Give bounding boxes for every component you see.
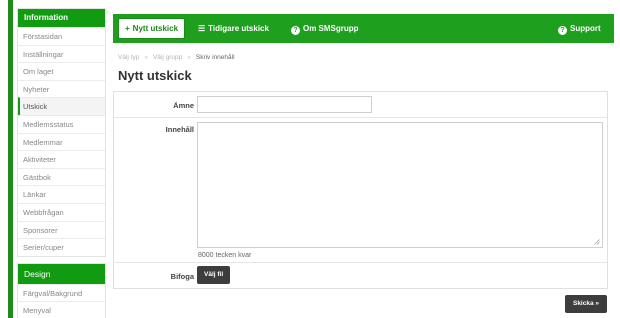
sidebar-item-fargval[interactable]: Färgval/Bakgrund xyxy=(18,283,105,302)
sidebar-item-sponsorer[interactable]: Sponsorer xyxy=(18,220,105,239)
form-divider xyxy=(114,262,607,263)
sidebar-item-aktiviteter[interactable]: Aktiviteter xyxy=(18,150,105,168)
sidebar-item-forstasidan[interactable]: Förstasidan xyxy=(18,27,105,45)
send-button[interactable]: Skicka » xyxy=(565,295,607,313)
previous-messages-label: Tidigare utskick xyxy=(208,24,269,33)
support-label: Support xyxy=(570,24,601,33)
sidebar-info-header: Information xyxy=(18,9,105,27)
previous-messages-link[interactable]: ☰ Tidigare utskick xyxy=(198,14,269,43)
about-label: Om SMSgrupp xyxy=(303,24,359,33)
about-link[interactable]: ? Om SMSgrupp xyxy=(291,14,359,43)
message-form: Ämne Innehåll 8000 tecken kvar Bifoga Vä… xyxy=(113,91,608,289)
content-textarea[interactable] xyxy=(197,122,603,248)
subject-label: Ämne xyxy=(173,101,194,110)
sidebar-item-serier-cuper[interactable]: Serier/cuper xyxy=(18,238,105,256)
sidebar-item-om-laget[interactable]: Om laget xyxy=(18,62,105,80)
sidebar-info-panel: Information Förstasidan Inställningar Om… xyxy=(17,8,106,257)
character-counter: 8000 tecken kvar xyxy=(198,252,252,259)
list-icon: ☰ xyxy=(198,24,206,33)
subject-input[interactable] xyxy=(197,96,372,113)
question-circle-icon: ? xyxy=(291,26,300,35)
breadcrumb-separator: » xyxy=(187,54,191,61)
content-label: Innehåll xyxy=(165,125,194,134)
sidebar-item-installningar[interactable]: Inställningar xyxy=(18,44,105,63)
sidebar-item-gastbok[interactable]: Gästbok xyxy=(18,167,105,186)
sidebar-item-medlemsstatus[interactable]: Medlemsstatus xyxy=(18,114,105,133)
sidebar: Information Förstasidan Inställningar Om… xyxy=(17,8,106,318)
attach-label: Bifoga xyxy=(170,272,194,281)
breadcrumb-separator: » xyxy=(144,54,148,61)
breadcrumb: Välj typ » Välj grupp » Skriv innehåll xyxy=(118,54,235,61)
sidebar-item-utskick[interactable]: Utskick xyxy=(18,97,105,115)
question-circle-icon: ? xyxy=(558,26,567,35)
sidebar-item-medlemmar[interactable]: Medlemmar xyxy=(18,132,105,151)
breadcrumb-step-type[interactable]: Välj typ xyxy=(118,54,139,61)
support-link[interactable]: ? Support xyxy=(558,14,601,43)
new-message-label: Nytt utskick xyxy=(132,24,179,33)
top-navigation: + Nytt utskick ☰ Tidigare utskick ? Om SMSg… xyxy=(113,14,614,43)
sidebar-design-panel: Design Färgval/Bakgrund Menyval xyxy=(17,262,106,318)
plus-icon: + xyxy=(125,24,130,33)
sidebar-design-header: Design xyxy=(18,263,105,284)
page-title: Nytt utskick xyxy=(118,68,192,83)
breadcrumb-step-content: Skriv innehåll xyxy=(195,54,235,61)
left-accent-bar xyxy=(8,0,13,318)
choose-file-button[interactable]: Välj fil xyxy=(197,266,231,284)
form-divider xyxy=(114,117,607,118)
new-message-button[interactable]: + Nytt utskick xyxy=(118,18,186,39)
sidebar-item-webbfragan[interactable]: Webbfrågan xyxy=(18,202,105,221)
breadcrumb-step-group[interactable]: Välj grupp xyxy=(153,54,182,61)
sidebar-item-lankar[interactable]: Länkar xyxy=(18,185,105,203)
sidebar-item-menyval[interactable]: Menyval xyxy=(18,301,105,318)
resize-grip-icon[interactable] xyxy=(594,239,600,245)
sidebar-item-nyheter[interactable]: Nyheter xyxy=(18,79,105,98)
